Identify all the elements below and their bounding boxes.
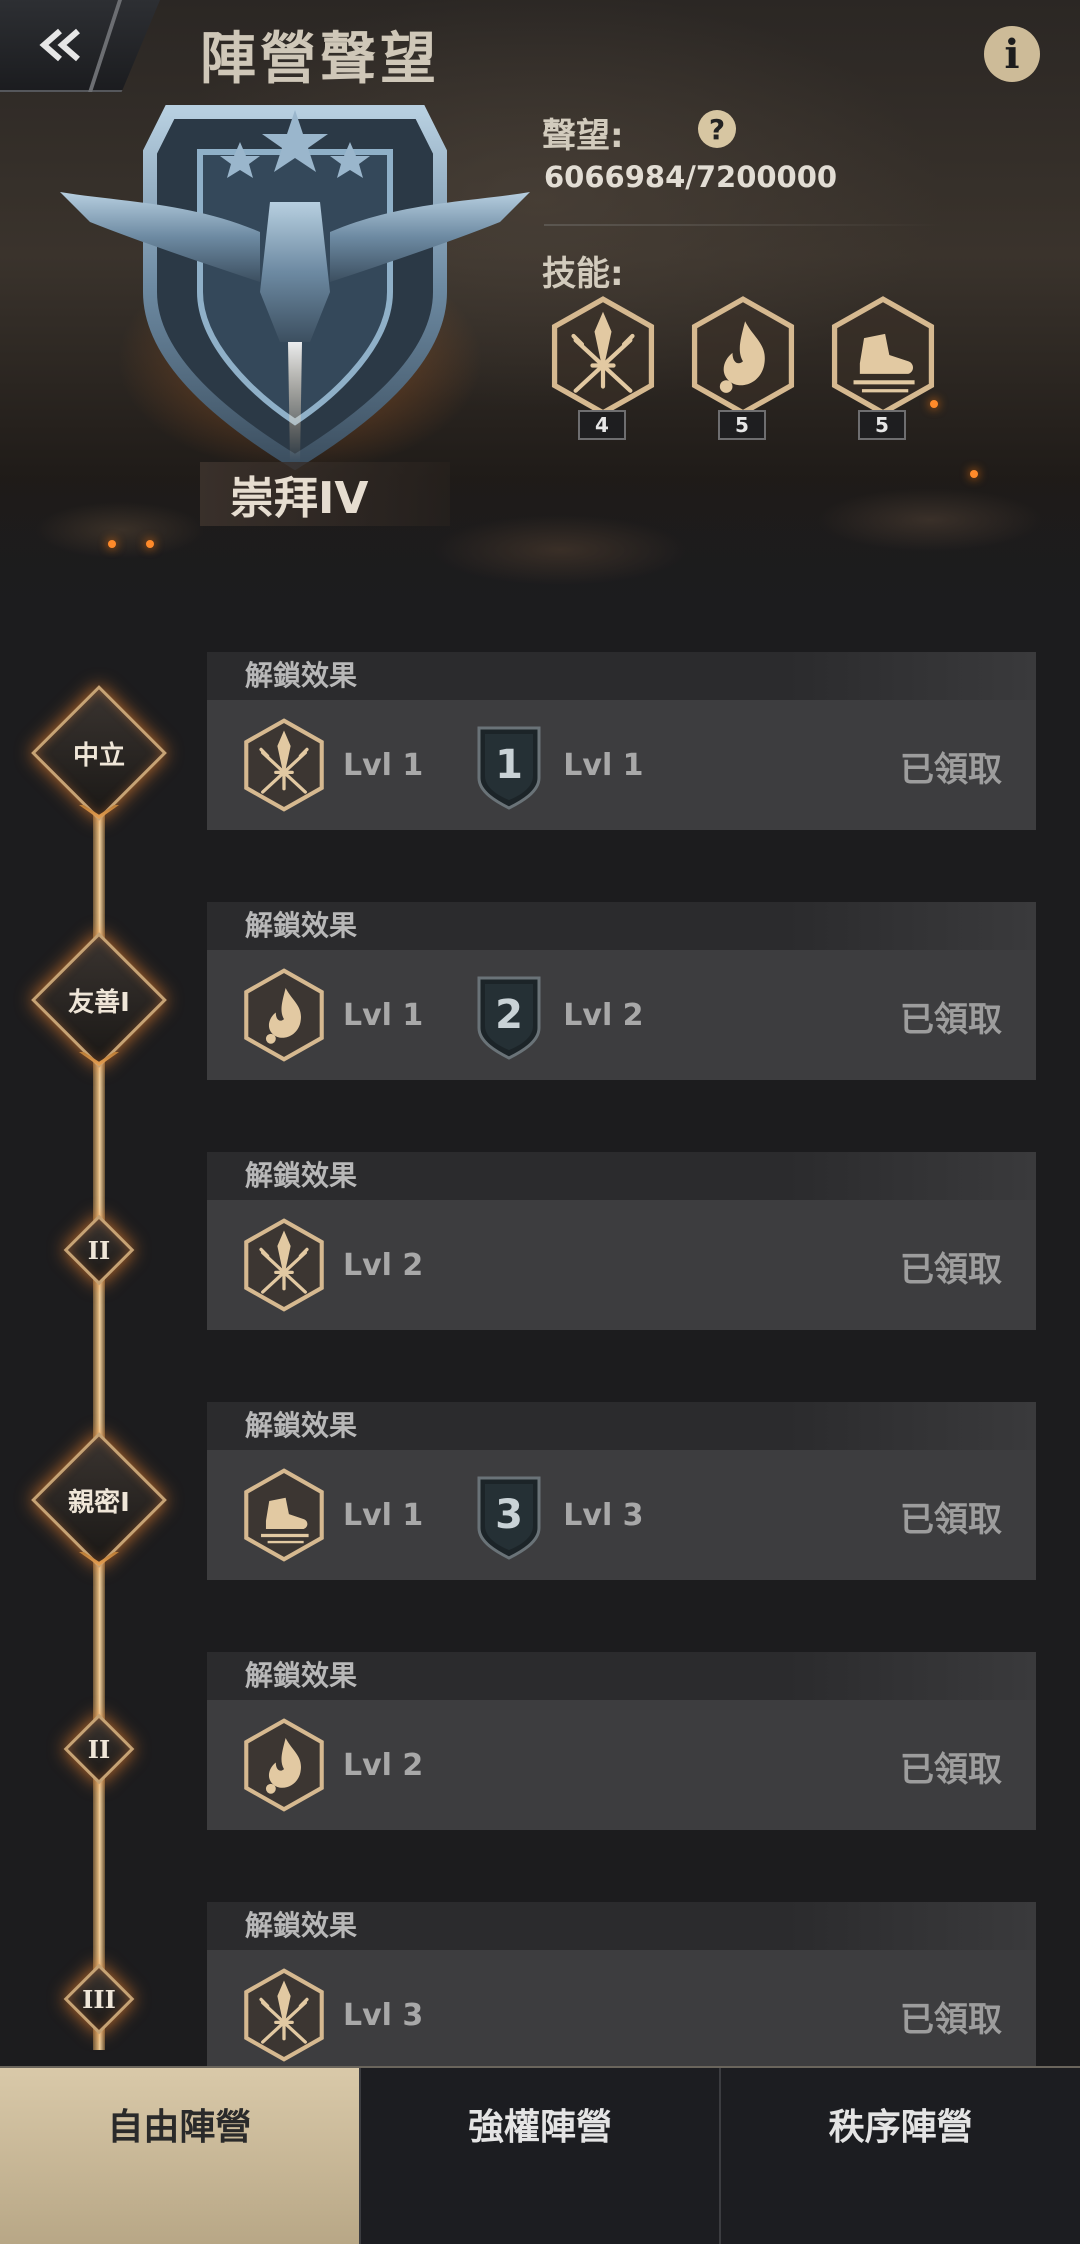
boot-icon [243,1468,325,1562]
info-button[interactable]: i [984,26,1040,82]
timeline-node-intimate-3: III [63,1963,135,2035]
timeline-node-neutral: 中立 [31,685,167,821]
claimed-status: 已領取 [900,1000,1002,1040]
skill-slot-weapons[interactable]: 4 [550,296,656,440]
ember-decoration [970,470,978,478]
node-label: III [82,1984,116,2014]
skills-label: 技能: [542,254,624,294]
claimed-status: 已領取 [900,750,1002,790]
card-title: 解鎖效果 [207,902,1036,950]
timeline-node-intimate: 親密I [31,1432,167,1568]
back-button[interactable] [0,0,160,92]
card-title: 解鎖效果 [207,652,1036,700]
timeline-node-intimate-2: II [63,1713,135,1785]
tab-free-faction[interactable]: 自由陣營 [0,2068,359,2244]
badge-level: Lvl 1 [563,747,644,783]
info-icon: i [1004,30,1020,78]
skill-level-badge: 4 [578,410,626,440]
tab-power-faction[interactable]: 強權陣營 [358,2068,720,2244]
skill-level: Lvl 3 [343,1997,424,2033]
card-title: 解鎖效果 [207,1402,1036,1450]
reward-card: 解鎖效果 Lvl 2 已領取 [207,1652,1036,1830]
faction-header: 陣營聲望 i 崇拜IV 聲望: ? 6066984/7200000 技能: 4 … [0,0,1080,640]
card-title: 解鎖效果 [207,1902,1036,1950]
eagle-shield-emblem [60,105,530,471]
fire-icon [243,1718,325,1812]
card-title: 解鎖效果 [207,1152,1036,1200]
reward-card: 解鎖效果 Lvl 1 1 Lvl 1 已領取 [207,652,1036,830]
node-label: 友善I [68,987,130,1018]
prestige-value: 6066984/7200000 [544,160,838,194]
svg-text:1: 1 [495,742,523,788]
rubble-background [0,470,1080,640]
skill-level-badge: 5 [858,410,906,440]
skill-level: Lvl 1 [343,1497,424,1533]
card-title: 解鎖效果 [207,1652,1036,1700]
timeline-node-friendly: 友善I [31,932,167,1068]
timeline-node-friendly-2: II [63,1214,135,1286]
rank-plate: 崇拜IV [200,462,450,526]
tab-order-faction[interactable]: 秩序陣營 [719,2068,1080,2244]
prestige-label: 聲望: [542,116,624,156]
reward-card: 解鎖效果 Lvl 3 已領取 [207,1902,1036,2080]
node-label: 中立 [72,740,125,771]
claimed-status: 已領取 [900,1500,1002,1540]
node-label: II [87,1235,111,1265]
skill-level: Lvl 1 [343,747,424,783]
divider [544,224,944,226]
badge-level: Lvl 3 [563,1497,644,1533]
double-chevron-left-icon [39,28,80,62]
ember-decoration [108,540,116,548]
rank-badge-icon: 2 [473,970,545,1060]
skill-level-badge: 5 [718,410,766,440]
claimed-status: 已領取 [900,1250,1002,1290]
reward-card: 解鎖效果 Lvl 1 3 Lvl 3 已領取 [207,1402,1036,1580]
reward-card: 解鎖效果 Lvl 2 已領取 [207,1152,1036,1330]
weapons-icon [550,296,656,416]
rank-badge-icon: 1 [473,720,545,810]
skill-level: Lvl 2 [343,1247,424,1283]
svg-text:2: 2 [495,992,523,1038]
skill-slot-fire[interactable]: 5 [690,296,796,440]
ember-decoration [146,540,154,548]
question-mark-icon[interactable]: ? [698,110,736,148]
claimed-status: 已領取 [900,2000,1002,2040]
badge-level: Lvl 2 [563,997,644,1033]
weapons-icon [243,718,325,812]
skill-level: Lvl 1 [343,997,424,1033]
claimed-status: 已領取 [900,1750,1002,1790]
fire-icon [690,296,796,416]
skill-level: Lvl 2 [343,1747,424,1783]
boot-icon [830,296,936,416]
rank-label: 崇拜IV [230,473,369,524]
node-label: II [87,1734,111,1764]
fire-icon [243,968,325,1062]
page-title: 陣營聲望 [200,27,440,92]
rank-badge-icon: 3 [473,1470,545,1560]
weapons-icon [243,1968,325,2062]
svg-text:3: 3 [495,1492,523,1538]
node-label: 親密I [68,1487,130,1518]
skill-slot-boot[interactable]: 5 [830,296,936,440]
reward-card: 解鎖效果 Lvl 1 2 Lvl 2 已領取 [207,902,1036,1080]
faction-tabs: 自由陣營 強權陣營 秩序陣營 [0,2066,1080,2244]
weapons-icon [243,1218,325,1312]
